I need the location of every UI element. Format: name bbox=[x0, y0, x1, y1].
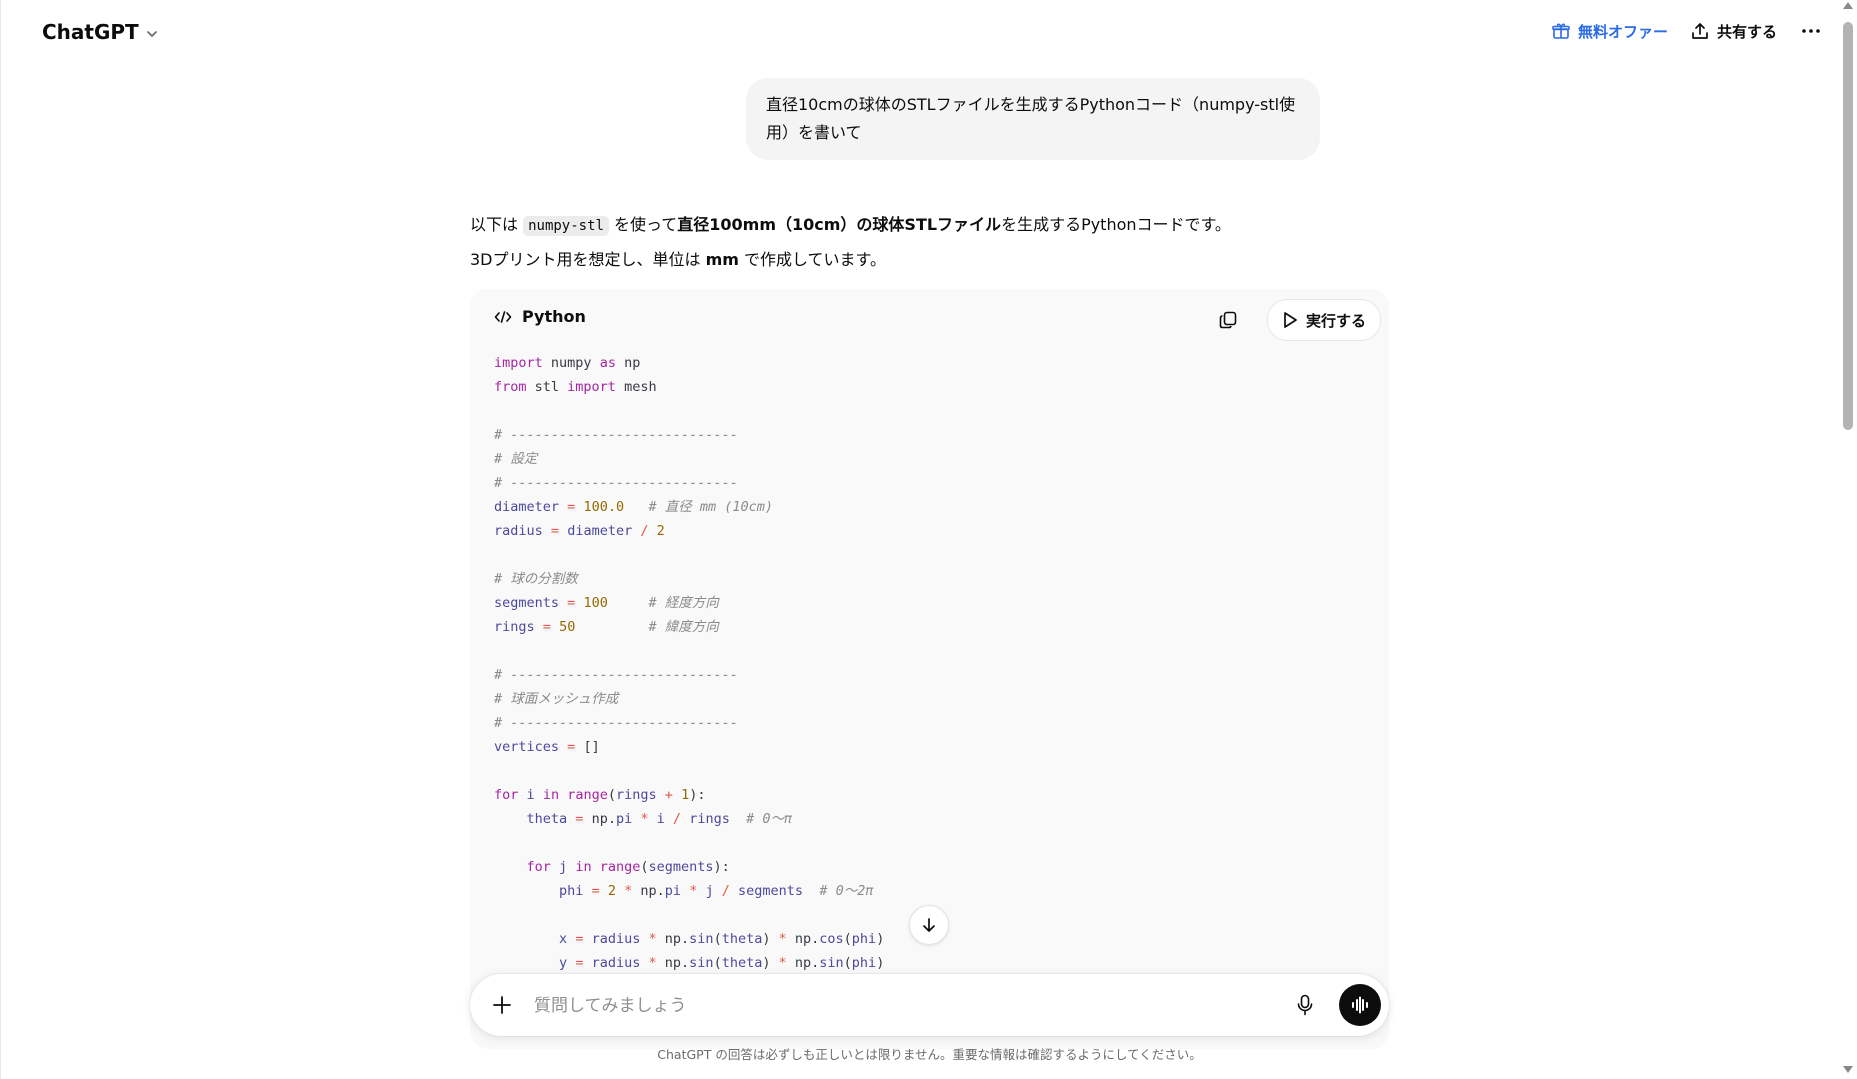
code-line: import numpy as np bbox=[494, 355, 641, 371]
sidebar-edge bbox=[0, 0, 1, 1079]
code-line: x = radius * np.sin(theta) * np.cos(phi) bbox=[559, 931, 885, 947]
disclaimer: ChatGPT の回答は必ずしも正しいとは限りません。重要な情報は確認するように… bbox=[657, 1047, 1202, 1062]
scroll-to-bottom-button[interactable] bbox=[909, 905, 949, 945]
attach-button[interactable] bbox=[488, 991, 516, 1019]
text-segment: 以下は bbox=[470, 215, 524, 234]
code-icon bbox=[494, 310, 512, 323]
run-code-button[interactable]: 実行する bbox=[1266, 299, 1381, 341]
prompt-input[interactable] bbox=[532, 988, 1236, 1024]
code-language-label: Python bbox=[522, 307, 586, 326]
code-line: # 球面メッシュ作成 bbox=[494, 691, 619, 707]
plus-icon bbox=[493, 996, 511, 1014]
copy-code-button[interactable] bbox=[1213, 305, 1243, 335]
code-line: # ---------------------------- bbox=[494, 427, 738, 443]
dictate-button[interactable] bbox=[1291, 991, 1319, 1019]
code-line: theta = np.pi * i / rings # 0〜π bbox=[526, 811, 793, 827]
run-code-label: 実行する bbox=[1305, 311, 1366, 330]
scrollbar-up-arrow[interactable] bbox=[1843, 2, 1853, 9]
code-line: radius = diameter / 2 bbox=[494, 523, 665, 539]
code-line: phi = 2 * np.pi * j / segments # 0〜2π bbox=[559, 883, 874, 899]
play-icon bbox=[1284, 312, 1297, 328]
copy-icon bbox=[1219, 311, 1237, 329]
more-horizontal-icon bbox=[1802, 29, 1820, 33]
code-line: rings = 50 # 緯度方向 bbox=[494, 619, 719, 635]
free-offer-label: 無料オファー bbox=[1577, 22, 1668, 41]
share-icon bbox=[1692, 23, 1708, 39]
code-line: for i in range(rings + 1): bbox=[494, 787, 706, 803]
gift-icon bbox=[1552, 23, 1570, 39]
code-line: # 球の分割数 bbox=[494, 571, 578, 587]
code-content: import numpy as np from stl import mesh … bbox=[470, 351, 1389, 975]
code-line: vertices = [] bbox=[494, 739, 600, 755]
code-line: for j in range(segments): bbox=[526, 859, 730, 875]
share-label: 共有する bbox=[1716, 22, 1777, 41]
code-line: # ---------------------------- bbox=[494, 475, 738, 491]
code-line: segments = 100 # 経度方向 bbox=[494, 595, 719, 611]
assistant-response: 以下は numpy-stl を使って直径100mm（10cm）の球体STLファイ… bbox=[470, 208, 1390, 276]
scrollbar-down-arrow[interactable] bbox=[1843, 1066, 1853, 1073]
app-title-label: ChatGPT bbox=[42, 20, 139, 44]
more-options-button[interactable] bbox=[1799, 28, 1823, 34]
code-line: # ---------------------------- bbox=[494, 715, 738, 731]
code-line: diameter = 100.0 # 直径 mm (10cm) bbox=[494, 499, 774, 515]
code-line: y = radius * np.sin(theta) * np.sin(phi) bbox=[559, 955, 885, 971]
assistant-paragraph-2: 3Dプリント用を想定し、単位は mm で作成しています。 bbox=[470, 243, 1390, 276]
text-segment: を生成するPythonコードです。 bbox=[1001, 215, 1231, 234]
text-segment: で作成しています。 bbox=[738, 250, 886, 269]
chevron-down-icon bbox=[146, 30, 157, 37]
text-segment: 3Dプリント用を想定し、単位は bbox=[470, 250, 706, 269]
free-offer-button[interactable]: 無料オファー bbox=[1551, 21, 1668, 42]
voice-mode-button[interactable] bbox=[1339, 984, 1381, 1026]
text-segment: を使って bbox=[608, 215, 678, 234]
model-selector[interactable]: ChatGPT bbox=[42, 18, 159, 46]
code-line: # 設定 bbox=[494, 451, 538, 467]
arrow-down-icon bbox=[923, 918, 935, 932]
bold-text: mm bbox=[705, 250, 739, 269]
code-line: # ---------------------------- bbox=[494, 667, 738, 683]
assistant-paragraph-1: 以下は numpy-stl を使って直径100mm（10cm）の球体STLファイ… bbox=[470, 208, 1390, 243]
code-language: Python bbox=[494, 307, 586, 326]
code-line: from stl import mesh bbox=[494, 379, 657, 395]
share-button[interactable]: 共有する bbox=[1690, 21, 1777, 42]
scrollbar-thumb[interactable] bbox=[1843, 22, 1853, 430]
inline-code: numpy-stl bbox=[523, 216, 609, 236]
composer bbox=[470, 974, 1389, 1036]
user-message-bubble: 直径10cmの球体のSTLファイルを生成するPythonコード（numpy-st… bbox=[746, 78, 1320, 160]
waveform-icon bbox=[1352, 996, 1368, 1014]
microphone-icon bbox=[1297, 994, 1313, 1016]
header-actions: 無料オファー 共有する bbox=[1551, 14, 1823, 48]
code-block-header: Python 実行する bbox=[470, 289, 1389, 351]
bold-text: 直径100mm（10cm）の球体STLファイル bbox=[677, 215, 1002, 234]
